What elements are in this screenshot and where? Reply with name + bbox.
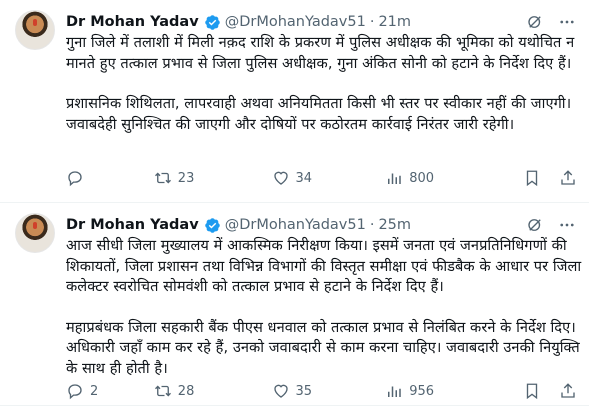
tweet-text: आज सीधी जिला मुख्यालय में आकस्मिक निरीक्… — [66, 236, 584, 379]
action-bar: 2 28 35 956 — [66, 381, 577, 401]
verified-badge-icon — [204, 217, 220, 233]
action-bar-right — [505, 169, 577, 187]
separator-dot: · — [369, 217, 375, 233]
reply-button[interactable] — [66, 169, 154, 187]
more-icon[interactable] — [557, 12, 577, 32]
tweet-header: Dr Mohan Yadav @DrMohanYadav51 · 21m — [66, 11, 577, 33]
avatar[interactable] — [15, 213, 55, 253]
tweet-paragraph: प्रशासनिक शिथिलता, लापरवाही अथवा अनियमित… — [66, 95, 572, 133]
retweet-icon — [154, 385, 171, 397]
views-icon — [388, 173, 402, 184]
retweet-button[interactable]: 23 — [154, 169, 272, 187]
share-icon[interactable] — [559, 169, 577, 187]
tweet[interactable]: Dr Mohan Yadav @DrMohanYadav51 · 25m आज … — [0, 203, 589, 406]
action-bar-right — [505, 382, 577, 400]
retweet-count: 28 — [177, 383, 195, 399]
reply-count: 2 — [90, 383, 99, 399]
like-button[interactable]: 34 — [272, 169, 386, 187]
reply-icon — [68, 384, 82, 400]
reply-button[interactable]: 2 — [66, 382, 154, 400]
timestamp[interactable]: 21m — [378, 14, 411, 30]
separator-dot: · — [369, 14, 375, 30]
tweet-paragraph: आज सीधी जिला मुख्यालय में आकस्मिक निरीक्… — [66, 237, 582, 295]
like-count: 35 — [295, 383, 313, 399]
views-icon — [388, 386, 402, 397]
tweet-text: गुना जिले में तलाशी में मिली नक़द राशि क… — [66, 33, 584, 135]
timestamp[interactable]: 25m — [378, 217, 411, 233]
like-count: 34 — [295, 170, 313, 186]
tweet-header: Dr Mohan Yadav @DrMohanYadav51 · 25m — [66, 214, 577, 236]
author-handle[interactable]: @DrMohanYadav51 — [225, 217, 366, 233]
heart-icon — [273, 384, 288, 398]
grok-icon[interactable] — [525, 12, 545, 32]
author-name[interactable]: Dr Mohan Yadav — [66, 217, 199, 233]
tweet-paragraph: गुना जिले में तलाशी में मिली नक़द राशि क… — [66, 34, 575, 72]
verified-badge-icon — [204, 14, 220, 30]
bookmark-icon[interactable] — [523, 169, 541, 187]
views-button[interactable]: 800 — [385, 169, 505, 187]
bookmark-icon[interactable] — [523, 382, 541, 400]
more-icon[interactable] — [557, 215, 577, 235]
heart-icon — [273, 171, 288, 185]
like-button[interactable]: 35 — [272, 382, 386, 400]
reply-icon — [68, 171, 82, 187]
views-count: 956 — [409, 383, 435, 399]
retweet-icon — [154, 172, 171, 184]
views-count: 800 — [409, 170, 435, 186]
retweet-button[interactable]: 28 — [154, 382, 272, 400]
action-bar: 23 34 800 — [66, 168, 577, 188]
retweet-count: 23 — [177, 170, 195, 186]
author-name[interactable]: Dr Mohan Yadav — [66, 14, 199, 30]
tweet-paragraph: महाप्रबंधक जिला सहकारी बैंक पीएस धनवाल क… — [66, 318, 580, 377]
grok-icon[interactable] — [525, 215, 545, 235]
views-button[interactable]: 956 — [385, 382, 505, 400]
avatar[interactable] — [15, 10, 55, 50]
share-icon[interactable] — [559, 382, 577, 400]
tweet[interactable]: Dr Mohan Yadav @DrMohanYadav51 · 21m गुन… — [0, 0, 589, 203]
author-handle[interactable]: @DrMohanYadav51 — [225, 14, 366, 30]
